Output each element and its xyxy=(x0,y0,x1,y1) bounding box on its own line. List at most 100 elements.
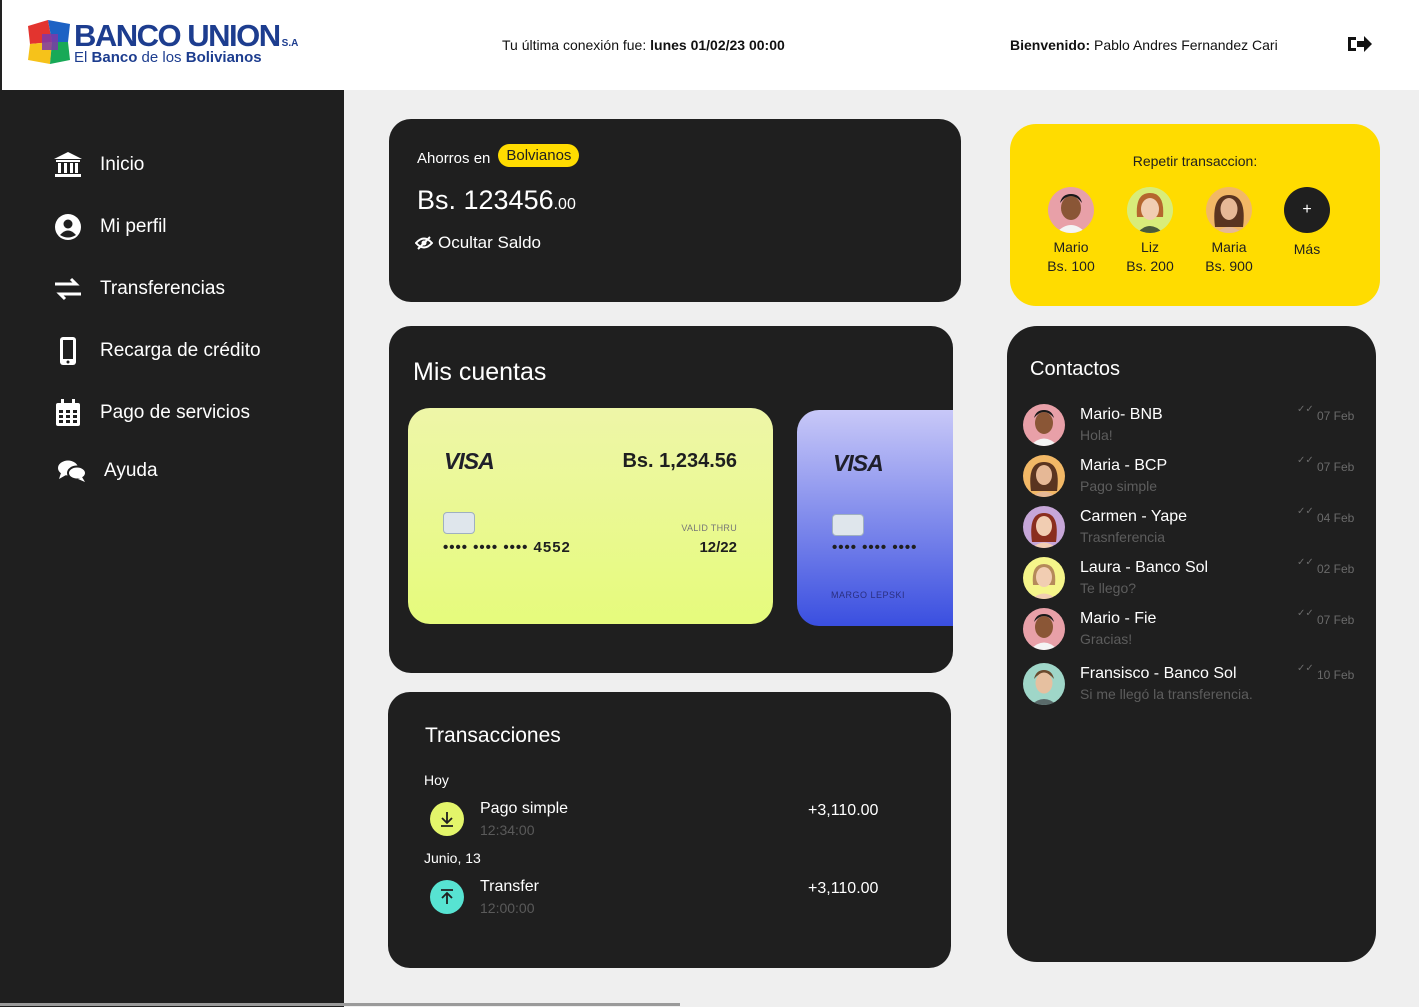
transactions-panel: Transacciones Hoy Pago simple 12:34:00 +… xyxy=(388,692,951,968)
contact-message: Gracias! xyxy=(1080,631,1133,647)
sidebar-item-recarga[interactable]: Recarga de crédito xyxy=(52,334,261,368)
contact-name: Maria - BCP xyxy=(1080,457,1168,474)
avatar xyxy=(1127,187,1173,233)
user-icon xyxy=(52,211,84,243)
quick-contact-amount: Bs. 900 xyxy=(1205,258,1253,274)
accounts-panel: Mis cuentas VISA Bs. 1,234.56 VALID THRU… xyxy=(389,326,953,673)
transaction-name: Pago simple xyxy=(480,800,569,817)
avatar xyxy=(1023,608,1065,650)
eye-slash-icon xyxy=(415,236,433,250)
savings-label: Ahorros en xyxy=(417,150,491,167)
contact-date: 07 Feb xyxy=(1317,409,1355,423)
sidebar-item-label: Recarga de crédito xyxy=(100,340,261,361)
avatar xyxy=(1048,187,1094,233)
quick-contact[interactable]: Liz Bs. 200 xyxy=(1115,187,1185,274)
avatar xyxy=(1023,663,1065,705)
hide-balance-label: Ocultar Saldo xyxy=(438,233,541,252)
contact-item[interactable]: Mario - Fie Gracias! ✓✓ 07 Feb xyxy=(1023,608,1373,658)
contact-name: Carmen - Yape xyxy=(1080,508,1188,525)
bank-card[interactable]: VISA •••• •••• •••• MARGO LEPSKI xyxy=(797,410,953,626)
visa-logo: VISA xyxy=(833,450,884,476)
avatar xyxy=(1023,455,1065,497)
quick-contact-name: Maria xyxy=(1211,239,1247,255)
chip-icon xyxy=(832,514,864,536)
bank-card[interactable]: VISA Bs. 1,234.56 VALID THRU •••• •••• •… xyxy=(408,408,773,624)
transfer-icon xyxy=(52,273,84,305)
upload-icon xyxy=(430,880,464,914)
double-check-icon: ✓✓ xyxy=(1297,557,1314,568)
transaction-name: Transfer xyxy=(480,878,539,895)
quick-contact[interactable]: Maria Bs. 900 xyxy=(1194,187,1264,274)
accounts-title: Mis cuentas xyxy=(413,358,547,386)
top-header: BANCO UNION S.A El Banco de los Boliviano… xyxy=(0,0,1419,90)
card-number: •••• •••• •••• 4552 xyxy=(443,539,571,556)
quick-contact-amount: Bs. 200 xyxy=(1126,258,1174,274)
transaction-date: Junio, 13 xyxy=(424,850,481,866)
logout-icon[interactable] xyxy=(1346,33,1372,55)
card-balance: Bs. 1,234.56 xyxy=(622,450,737,472)
repeat-title: Repetir transaccion: xyxy=(1132,153,1258,169)
plus-icon: + xyxy=(1284,187,1330,233)
transactions-title: Transacciones xyxy=(425,724,561,747)
sidebar-item-label: Inicio xyxy=(100,154,145,175)
brand-logo[interactable]: BANCO UNION S.A El Banco de los Boliviano… xyxy=(28,18,328,66)
calendar-icon xyxy=(52,397,84,429)
welcome-user: Bienvenido: Pablo Andres Fernandez Cari xyxy=(1010,37,1278,53)
more-contacts-button[interactable]: + Más xyxy=(1272,187,1342,257)
sidebar-item-mi-perfil[interactable]: Mi perfil xyxy=(52,210,167,244)
phone-icon xyxy=(52,335,84,367)
contact-date: 02 Feb xyxy=(1317,562,1355,576)
sidebar-item-label: Mi perfil xyxy=(100,216,167,237)
transaction-time: 12:34:00 xyxy=(480,822,535,838)
contact-message: Hola! xyxy=(1080,427,1113,443)
card-expiry: 12/22 xyxy=(699,539,737,556)
transaction-amount: +3,110.00 xyxy=(808,880,879,897)
visa-logo: VISA xyxy=(444,448,495,474)
last-connection: Tu última conexión fue: lunes 01/02/23 0… xyxy=(502,37,785,53)
sidebar-item-label: Pago de servicios xyxy=(100,402,250,423)
download-icon xyxy=(430,802,464,836)
contact-name: Mario- BNB xyxy=(1080,406,1163,423)
sidebar-item-transferencias[interactable]: Transferencias xyxy=(52,272,225,306)
horizontal-scrollbar[interactable] xyxy=(0,1003,680,1006)
contact-date: 04 Feb xyxy=(1317,511,1355,525)
hide-balance-button[interactable]: Ocultar Saldo xyxy=(415,233,541,253)
savings-balance: Bs. 123456.00 xyxy=(417,185,576,215)
sidebar-item-inicio[interactable]: Inicio xyxy=(52,148,144,182)
contact-name: Mario - Fie xyxy=(1080,610,1157,627)
savings-label-row: Ahorros en Bolvianos xyxy=(417,144,580,170)
sidebar-item-pago-servicios[interactable]: Pago de servicios xyxy=(52,396,250,430)
contact-name: Fransisco - Banco Sol xyxy=(1080,665,1237,682)
quick-contact-name: Liz xyxy=(1141,239,1159,255)
contact-item[interactable]: Mario- BNB Hola! ✓✓ 07 Feb xyxy=(1023,404,1373,454)
contact-item[interactable]: Maria - BCP Pago simple ✓✓ 07 Feb xyxy=(1023,455,1373,505)
double-check-icon: ✓✓ xyxy=(1297,404,1314,415)
avatar xyxy=(1023,557,1065,599)
brand-logo-mark xyxy=(28,20,70,64)
transaction-row[interactable]: Pago simple 12:34:00 +3,110.00 xyxy=(430,800,890,844)
sidebar-item-label: Ayuda xyxy=(104,460,158,481)
contact-message: Si me llegó la transferencia. xyxy=(1080,686,1253,702)
bank-icon xyxy=(52,149,84,181)
avatar xyxy=(1023,506,1065,548)
quick-contact[interactable]: Mario Bs. 100 xyxy=(1036,187,1106,274)
sidebar: Inicio Mi perfil Transferencias Recarga … xyxy=(0,90,680,1007)
transaction-row[interactable]: Transfer 12:00:00 +3,110.00 xyxy=(430,878,890,922)
currency-pill[interactable]: Bolvianos xyxy=(498,144,580,167)
chat-icon xyxy=(56,455,88,487)
contact-item[interactable]: Fransisco - Banco Sol Si me llegó la tra… xyxy=(1023,663,1373,713)
sidebar-item-label: Transferencias xyxy=(100,278,225,299)
avatar xyxy=(1023,404,1065,446)
contact-item[interactable]: Laura - Banco Sol Te llego? ✓✓ 02 Feb xyxy=(1023,557,1373,607)
transaction-date: Hoy xyxy=(424,772,449,788)
contact-item[interactable]: Carmen - Yape Trasnferencia ✓✓ 04 Feb xyxy=(1023,506,1373,556)
repeat-transaction-panel: Repetir transaccion: Mario Bs. 100 Liz B… xyxy=(1010,124,1380,306)
transaction-time: 12:00:00 xyxy=(480,900,535,916)
contact-message: Pago simple xyxy=(1080,478,1158,494)
transaction-amount: +3,110.00 xyxy=(808,802,879,819)
sidebar-item-ayuda[interactable]: Ayuda xyxy=(56,454,158,488)
double-check-icon: ✓✓ xyxy=(1297,608,1314,619)
valid-thru-label: VALID THRU xyxy=(681,523,737,533)
double-check-icon: ✓✓ xyxy=(1297,506,1314,517)
contacts-panel: Contactos Mario- BNB Hola! ✓✓ 07 Feb Mar… xyxy=(1007,326,1376,962)
